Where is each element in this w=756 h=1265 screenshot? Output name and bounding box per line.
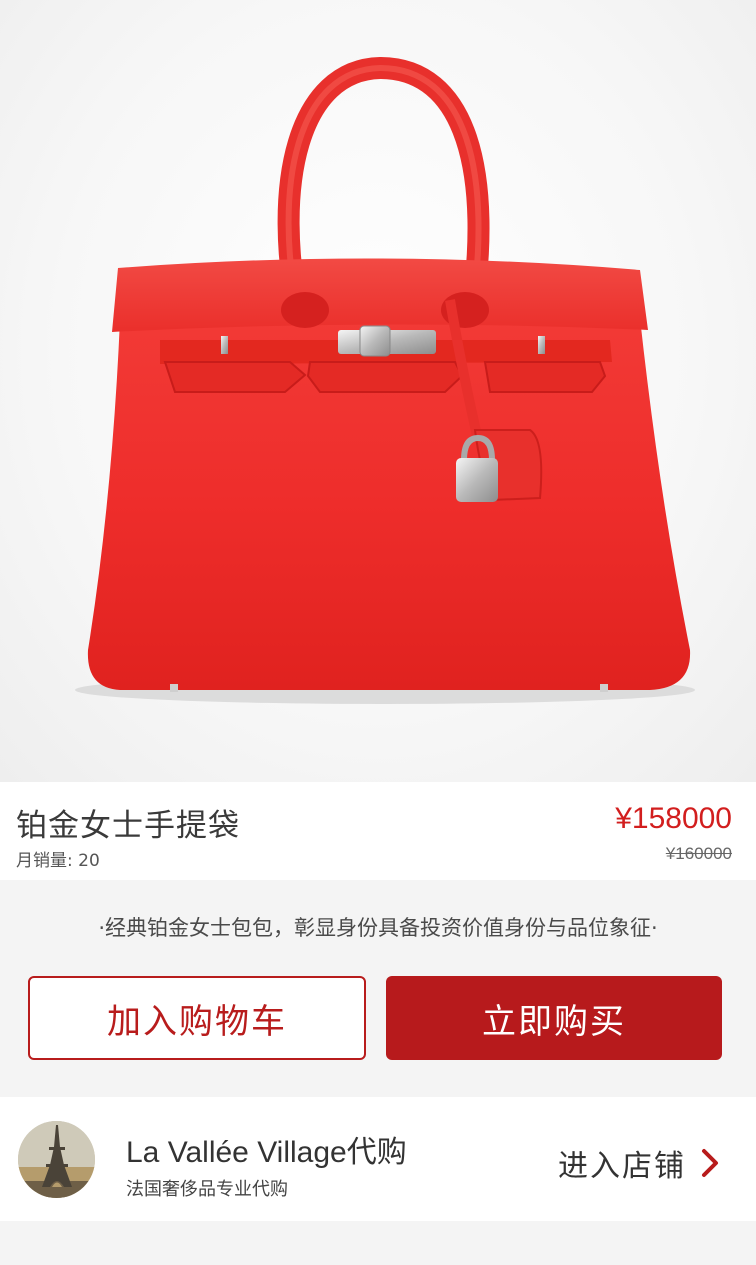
monthly-sales: 月销量: 20 [16,851,100,871]
chevron-right-icon [702,1149,718,1177]
red-handbag-image [75,56,695,704]
store-description: 法国奢侈品专业代购 [126,1179,288,1200]
product-slogan: ·经典铂金女士包包，彰显身份具备投资价值身份与品位象征· [98,916,658,940]
buy-now-label: 立即购买 [482,1001,626,1042]
store-name: La Vallée Village代购 [126,1136,407,1169]
product-info: 铂金女士手提袋 月销量: 20 ¥158000 ¥160000 [0,782,756,880]
enter-store-button[interactable]: 进入店铺 [558,1141,720,1185]
store-avatar[interactable] [18,1121,95,1198]
add-to-cart-label: 加入购物车 [107,1001,287,1042]
store-card[interactable]: La Vallée Village代购 法国奢侈品专业代购 进入店铺 [0,1097,756,1221]
eiffel-tower-avatar [18,1121,95,1198]
enter-store-label: 进入店铺 [558,1149,686,1184]
add-to-cart-button[interactable]: 加入购物车 [28,976,366,1060]
original-price: ¥160000 [665,844,732,863]
product-title: 铂金女士手提袋 [16,808,240,844]
product-image[interactable] [0,0,756,782]
current-price: ¥158000 [615,802,732,835]
buy-now-button[interactable]: 立即购买 [386,976,722,1060]
